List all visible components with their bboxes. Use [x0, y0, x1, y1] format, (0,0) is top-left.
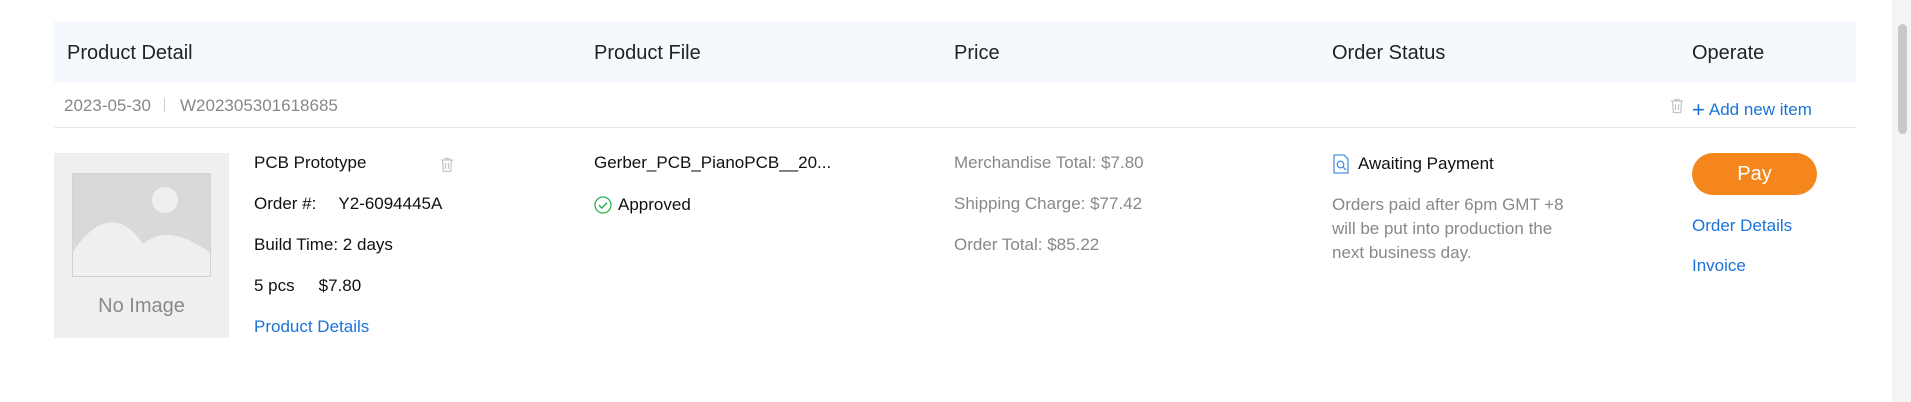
add-new-item-label: Add new item [1708, 100, 1812, 119]
file-name[interactable]: Gerber_PCB_PianoPCB__20... [594, 153, 831, 173]
order-info-row: 2023-05-30 W202305301618685 + Add new ite… [54, 83, 1856, 128]
header-product-detail: Product Detail [67, 42, 193, 64]
orders-table: Product Detail Product File Price Order … [54, 21, 1856, 368]
check-circle-icon [594, 196, 612, 214]
header-price: Price [954, 42, 1000, 64]
product-file-cell: Gerber_PCB_PianoPCB__20... Approved [594, 153, 831, 215]
shipping-charge: Shipping Charge: $77.42 [954, 194, 1143, 213]
quantity: 5 pcs [254, 276, 295, 295]
order-status-cell: Awaiting Payment Orders paid after 6pm G… [1332, 153, 1582, 265]
product-name: PCB Prototype [254, 153, 367, 172]
product-image-placeholder: No Image [54, 153, 229, 338]
header-order-status: Order Status [1332, 42, 1446, 64]
no-image-label: No Image [98, 295, 185, 317]
image-icon [72, 173, 211, 277]
merchandise-total: Merchandise Total: $7.80 [954, 153, 1144, 172]
build-time: Build Time: 2 days [254, 235, 393, 254]
file-status: Approved [594, 195, 831, 215]
unit-price: $7.80 [318, 276, 362, 295]
status-note: Orders paid after 6pm GMT +8 will be put… [1332, 195, 1564, 262]
operate-cell: Pay Order Details Invoice [1692, 153, 1817, 276]
price-cell: Merchandise Total: $7.80 Shipping Charge… [954, 153, 1144, 276]
invoice-link[interactable]: Invoice [1692, 256, 1817, 276]
search-document-icon [1332, 154, 1350, 174]
scrollbar-track[interactable] [1892, 0, 1911, 402]
order-number: W202305301618685 [180, 96, 338, 115]
quantity-price-line: 5 pcs $7.80 [254, 276, 442, 317]
order-no-line: Order #: Y2-6094445A [254, 194, 442, 235]
table-header: Product Detail Product File Price Order … [54, 21, 1856, 83]
scrollbar-thumb[interactable] [1898, 24, 1907, 134]
header-product-file: Product File [594, 42, 701, 64]
order-date: 2023-05-30 [64, 96, 151, 115]
product-details-link[interactable]: Product Details [254, 317, 442, 358]
trash-icon[interactable] [440, 157, 454, 178]
status-line: Awaiting Payment [1332, 153, 1582, 175]
order-no-value: Y2-6094445A [338, 194, 443, 213]
product-detail-cell: PCB Prototype Order #: Y2-6094445A Build … [254, 153, 453, 358]
order-details-link[interactable]: Order Details [1692, 216, 1817, 236]
plus-icon: + [1692, 97, 1705, 122]
approved-label: Approved [618, 195, 691, 214]
divider [164, 98, 165, 112]
order-total: Order Total: $85.22 [954, 235, 1100, 254]
header-operate: Operate [1692, 42, 1765, 64]
order-item-row: No Image PCB Prototype Order #: Y2-609444… [54, 128, 1856, 368]
pay-button[interactable]: Pay [1692, 153, 1817, 195]
add-new-item-button[interactable]: + Add new item [1692, 95, 1812, 122]
order-no-label: Order #: [254, 194, 317, 213]
trash-icon[interactable] [1670, 98, 1684, 119]
status-text: Awaiting Payment [1358, 154, 1494, 173]
